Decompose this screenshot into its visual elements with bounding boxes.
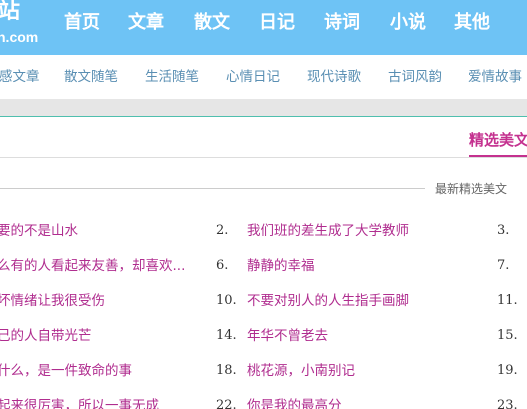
accent-divider [0,116,527,117]
article-number: 23. [497,398,518,409]
section-divider [0,157,527,158]
article-link[interactable]: 么有的人看起来友善，却喜欢... [0,254,185,278]
list-divider-line [0,188,425,189]
article-number: 7. [497,258,510,273]
nav-item-diary[interactable]: 日记 [259,0,295,45]
category-item-life-essays[interactable]: 生活随笔 [145,55,199,99]
article-number: 10. [216,293,237,308]
list-row: 么有的人看起来友善，却喜欢... 6. 静静的幸福 7. [0,254,527,278]
site-logo-domain: n.com [0,29,39,45]
category-item-love-stories[interactable]: 爱情故事 [468,55,522,99]
nav-item-other[interactable]: 其他 [454,0,490,45]
category-item-emotional[interactable]: 感文章 [0,55,40,99]
nav-item-prose[interactable]: 散文 [194,0,230,45]
spacer-band [0,99,527,116]
article-number: 19. [497,363,518,378]
article-link[interactable]: 静静的幸福 [247,254,315,278]
article-number: 18. [216,363,237,378]
article-link[interactable]: 我们班的差生成了大学教师 [247,219,409,243]
list-row: 要的不是山水 2. 我们班的差生成了大学教师 3. [0,219,527,243]
category-item-classical-poetry[interactable]: 古词风韵 [388,55,442,99]
category-item-mood-diary[interactable]: 心情日记 [226,55,280,99]
category-nav: 感文章 散文随笔 生活随笔 心情日记 现代诗歌 古词风韵 爱情故事 [0,55,527,99]
article-number: 11. [497,293,518,308]
article-number: 2. [216,223,229,238]
article-link[interactable]: 己的人自带光芒 [0,324,92,348]
category-item-modern-poetry[interactable]: 现代诗歌 [307,55,361,99]
article-link[interactable]: 不要对别人的人生指手画脚 [247,289,409,313]
article-number: 6. [216,258,229,273]
article-link[interactable]: 起来很厉害，所以一事无成 [0,394,159,409]
article-link[interactable]: 坏情绪让我很受伤 [0,289,105,313]
list-row: 己的人自带光芒 14. 年华不曾老去 15. [0,324,527,348]
nav-item-articles[interactable]: 文章 [128,0,164,45]
article-link[interactable]: 你是我的最高分 [247,394,342,409]
category-item-prose-essays[interactable]: 散文随笔 [64,55,118,99]
article-number: 15. [497,328,518,343]
list-row: 坏情绪让我很受伤 10. 不要对别人的人生指手画脚 11. [0,289,527,313]
list-heading: 最新精选美文 [435,182,508,196]
section-tab-featured[interactable]: 精选美文 [469,126,527,154]
list-row: 起来很厉害，所以一事无成 22. 你是我的最高分 23. [0,394,527,409]
site-logo[interactable]: 站 [0,0,20,24]
article-link[interactable]: 桃花源，小南别记 [247,359,355,383]
article-link[interactable]: 年华不曾老去 [247,324,328,348]
nav-item-home[interactable]: 首页 [64,0,100,45]
article-number: 14. [216,328,237,343]
article-link[interactable]: 什么，是一件致命的事 [0,359,132,383]
nav-item-poetry[interactable]: 诗词 [324,0,360,45]
article-number: 22. [216,398,237,409]
nav-item-novel[interactable]: 小说 [390,0,426,45]
list-row: 什么，是一件致命的事 18. 桃花源，小南别记 19. [0,359,527,383]
article-number: 3. [497,223,510,238]
top-navigation-bar: 站 n.com 首页 文章 散文 日记 诗词 小说 其他 [0,0,527,55]
article-link[interactable]: 要的不是山水 [0,219,78,243]
